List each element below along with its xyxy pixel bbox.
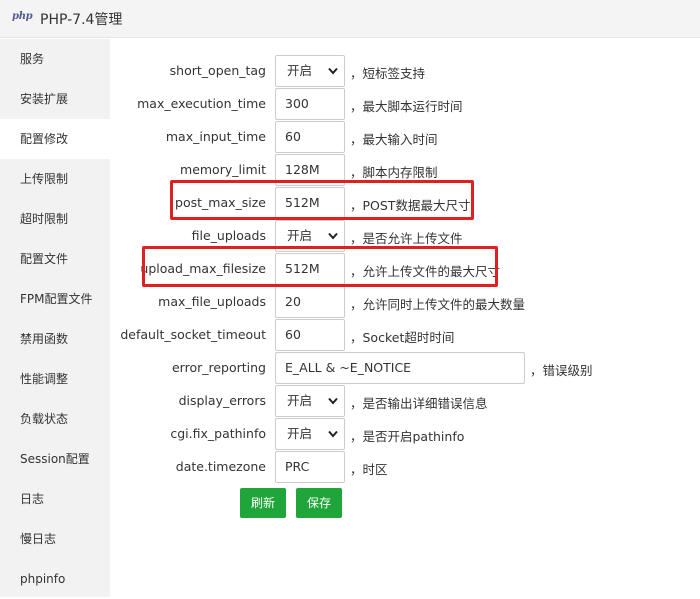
sidebar-item-phpinfo[interactable]: phpinfo bbox=[0, 559, 110, 599]
sidebar-item-disabled-functions[interactable]: 禁用函数 bbox=[0, 319, 110, 359]
chevron-down-icon bbox=[328, 430, 338, 438]
setting-description: ，时区 bbox=[350, 459, 388, 478]
sidebar-item-session-config[interactable]: Session配置 bbox=[0, 439, 110, 479]
setting-row-max-input-time: max_input_time 60 ，最大输入时间 bbox=[110, 121, 700, 154]
sidebar-item-config-file[interactable]: 配置文件 bbox=[0, 239, 110, 279]
chevron-down-icon bbox=[328, 67, 338, 75]
sidebar-item-install-extension[interactable]: 安装扩展 bbox=[0, 79, 110, 119]
setting-label: date.timezone bbox=[176, 459, 266, 474]
setting-label: max_execution_time bbox=[137, 96, 266, 111]
setting-row-max-execution-time: max_execution_time 300 ，最大脚本运行时间 bbox=[110, 88, 700, 121]
setting-label: display_errors bbox=[179, 393, 266, 408]
setting-row-max-file-uploads: max_file_uploads 20 ，允许同时上传文件的最大数量 bbox=[110, 286, 700, 319]
setting-label: memory_limit bbox=[180, 162, 266, 177]
default-socket-timeout-input[interactable]: 60 bbox=[275, 319, 345, 351]
setting-description: ，允许同时上传文件的最大数量 bbox=[350, 294, 525, 313]
sidebar-item-performance[interactable]: 性能调整 bbox=[0, 359, 110, 399]
setting-label: file_uploads bbox=[192, 228, 266, 243]
highlight-box-upload-max-filesize bbox=[142, 246, 498, 287]
setting-row-display-errors: display_errors 开启 ，是否输出详细错误信息 bbox=[110, 385, 700, 418]
php-logo: php bbox=[12, 11, 32, 22]
select-value: 开启 bbox=[287, 63, 312, 78]
cgi-fix-pathinfo-select[interactable]: 开启 bbox=[275, 418, 345, 450]
setting-label: error_reporting bbox=[172, 360, 266, 375]
highlight-box-post-max-size bbox=[170, 180, 474, 220]
sidebar-item-service[interactable]: 服务 bbox=[0, 39, 110, 79]
display-errors-select[interactable]: 开启 bbox=[275, 385, 345, 417]
setting-description: ，脚本内存限制 bbox=[350, 162, 438, 181]
select-value: 开启 bbox=[287, 426, 312, 441]
setting-description: ，最大脚本运行时间 bbox=[350, 96, 463, 115]
setting-label: default_socket_timeout bbox=[120, 327, 266, 342]
setting-row-default-socket-timeout: default_socket_timeout 60 ，Socket超时时间 bbox=[110, 319, 700, 352]
select-value: 开启 bbox=[287, 393, 312, 408]
sidebar-item-config-edit[interactable]: 配置修改 bbox=[0, 119, 110, 159]
sidebar-item-slow-log[interactable]: 慢日志 bbox=[0, 519, 110, 559]
setting-label: cgi.fix_pathinfo bbox=[170, 426, 266, 441]
config-form: short_open_tag 开启 ，短标签支持 max_execution_t… bbox=[110, 39, 700, 597]
window-titlebar: php PHP-7.4管理 bbox=[0, 0, 700, 38]
setting-description: ，是否允许上传文件 bbox=[350, 228, 463, 247]
refresh-button[interactable]: 刷新 bbox=[240, 488, 286, 518]
window-title: PHP-7.4管理 bbox=[40, 9, 122, 29]
setting-row-error-reporting: error_reporting E_ALL & ~E_NOTICE ，错误级别 bbox=[110, 352, 700, 385]
setting-label: short_open_tag bbox=[170, 63, 266, 78]
setting-description: ，最大输入时间 bbox=[350, 129, 438, 148]
max-execution-time-input[interactable]: 300 bbox=[275, 88, 345, 120]
save-button[interactable]: 保存 bbox=[296, 488, 342, 518]
setting-description: ，错误级别 bbox=[530, 360, 593, 379]
setting-label: max_input_time bbox=[166, 129, 266, 144]
setting-description: ，短标签支持 bbox=[350, 63, 425, 82]
error-reporting-input[interactable]: E_ALL & ~E_NOTICE bbox=[275, 352, 525, 384]
sidebar: 服务 安装扩展 配置修改 上传限制 超时限制 配置文件 FPM配置文件 禁用函数… bbox=[0, 39, 110, 597]
setting-description: ，是否开启pathinfo bbox=[350, 426, 464, 445]
chevron-down-icon bbox=[328, 232, 338, 240]
setting-description: ，是否输出详细错误信息 bbox=[350, 393, 488, 412]
sidebar-item-log[interactable]: 日志 bbox=[0, 479, 110, 519]
setting-row-date-timezone: date.timezone PRC ，时区 bbox=[110, 451, 700, 484]
sidebar-item-load-status[interactable]: 负载状态 bbox=[0, 399, 110, 439]
select-value: 开启 bbox=[287, 228, 312, 243]
setting-row-cgi-fix-pathinfo: cgi.fix_pathinfo 开启 ，是否开启pathinfo bbox=[110, 418, 700, 451]
date-timezone-input[interactable]: PRC bbox=[275, 451, 345, 483]
setting-description: ，Socket超时时间 bbox=[350, 327, 454, 346]
max-file-uploads-input[interactable]: 20 bbox=[275, 286, 345, 318]
setting-label: max_file_uploads bbox=[158, 294, 266, 309]
short-open-tag-select[interactable]: 开启 bbox=[275, 55, 345, 87]
chevron-down-icon bbox=[328, 397, 338, 405]
setting-row-short-open-tag: short_open_tag 开启 ，短标签支持 bbox=[110, 55, 700, 88]
sidebar-item-fpm-config-file[interactable]: FPM配置文件 bbox=[0, 279, 110, 319]
sidebar-item-timeout-limit[interactable]: 超时限制 bbox=[0, 199, 110, 239]
sidebar-item-upload-limit[interactable]: 上传限制 bbox=[0, 159, 110, 199]
max-input-time-input[interactable]: 60 bbox=[275, 121, 345, 153]
